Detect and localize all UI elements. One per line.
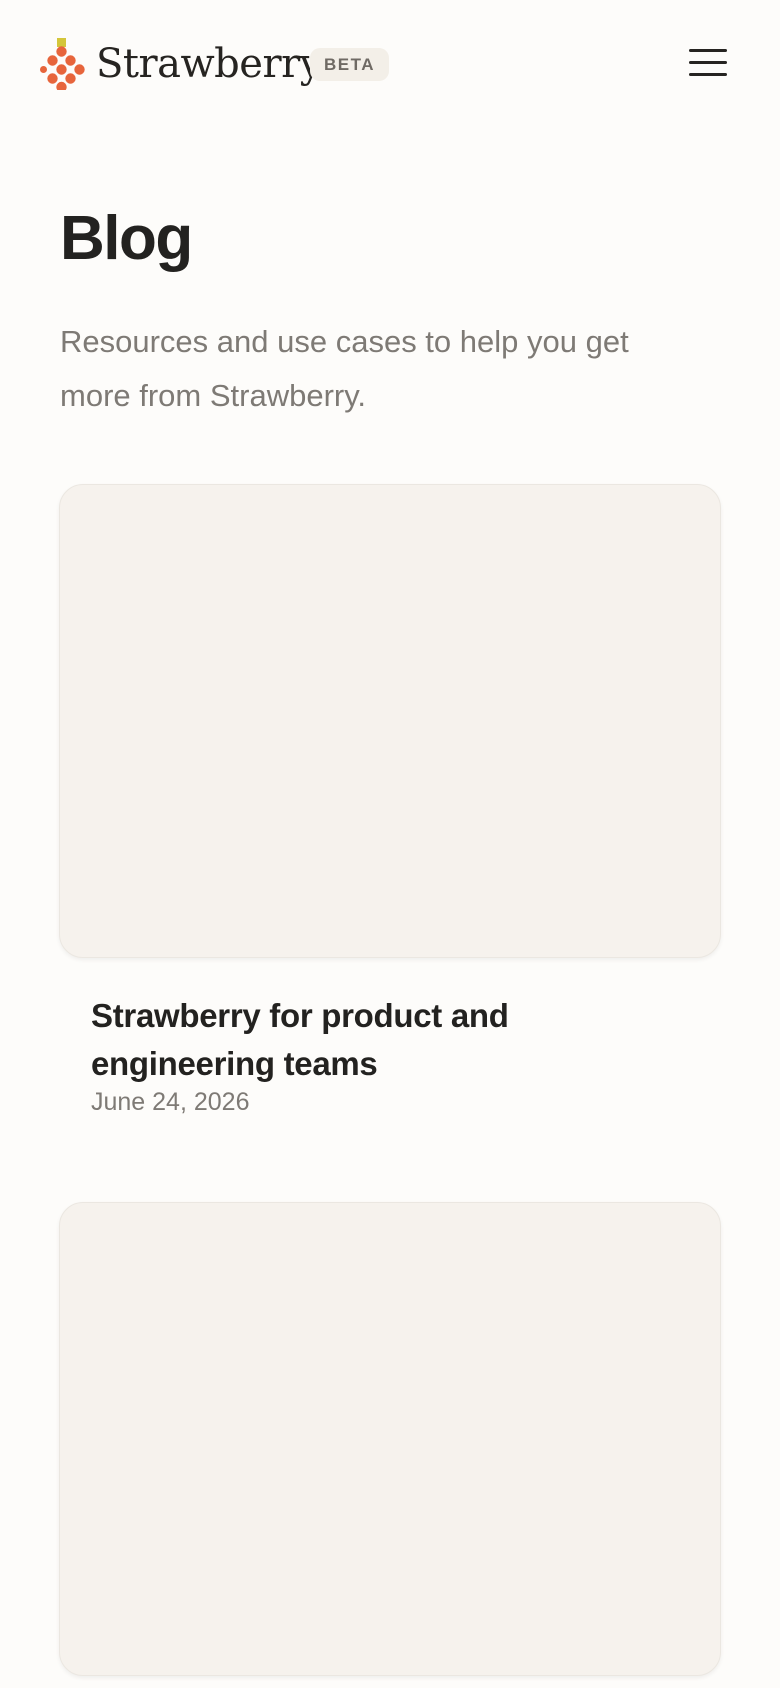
post-date: June 24, 2026 — [91, 1088, 250, 1116]
brand-logo-link[interactable]: Strawberry — [40, 38, 322, 90]
blog-post-card[interactable]: Strawberry for product and engineering t… — [59, 484, 721, 1116]
blog-post-card[interactable] — [59, 1202, 721, 1676]
post-thumbnail[interactable] — [59, 484, 721, 958]
brand-name: Strawberry — [96, 41, 322, 87]
post-title[interactable]: Strawberry for product and engineering t… — [91, 992, 651, 1088]
menu-bar-bottom — [689, 73, 727, 76]
page-title: Blog — [60, 204, 193, 273]
site-header: Strawberry BETA — [0, 0, 780, 130]
strawberry-dots-icon — [40, 38, 85, 90]
menu-bar-top — [689, 49, 727, 52]
beta-badge: BETA — [310, 48, 390, 81]
page-subtitle: Resources and use cases to help you get … — [60, 324, 629, 413]
post-thumbnail[interactable] — [59, 1202, 721, 1676]
hamburger-menu-icon[interactable] — [685, 46, 729, 80]
menu-bar-middle — [689, 61, 727, 64]
